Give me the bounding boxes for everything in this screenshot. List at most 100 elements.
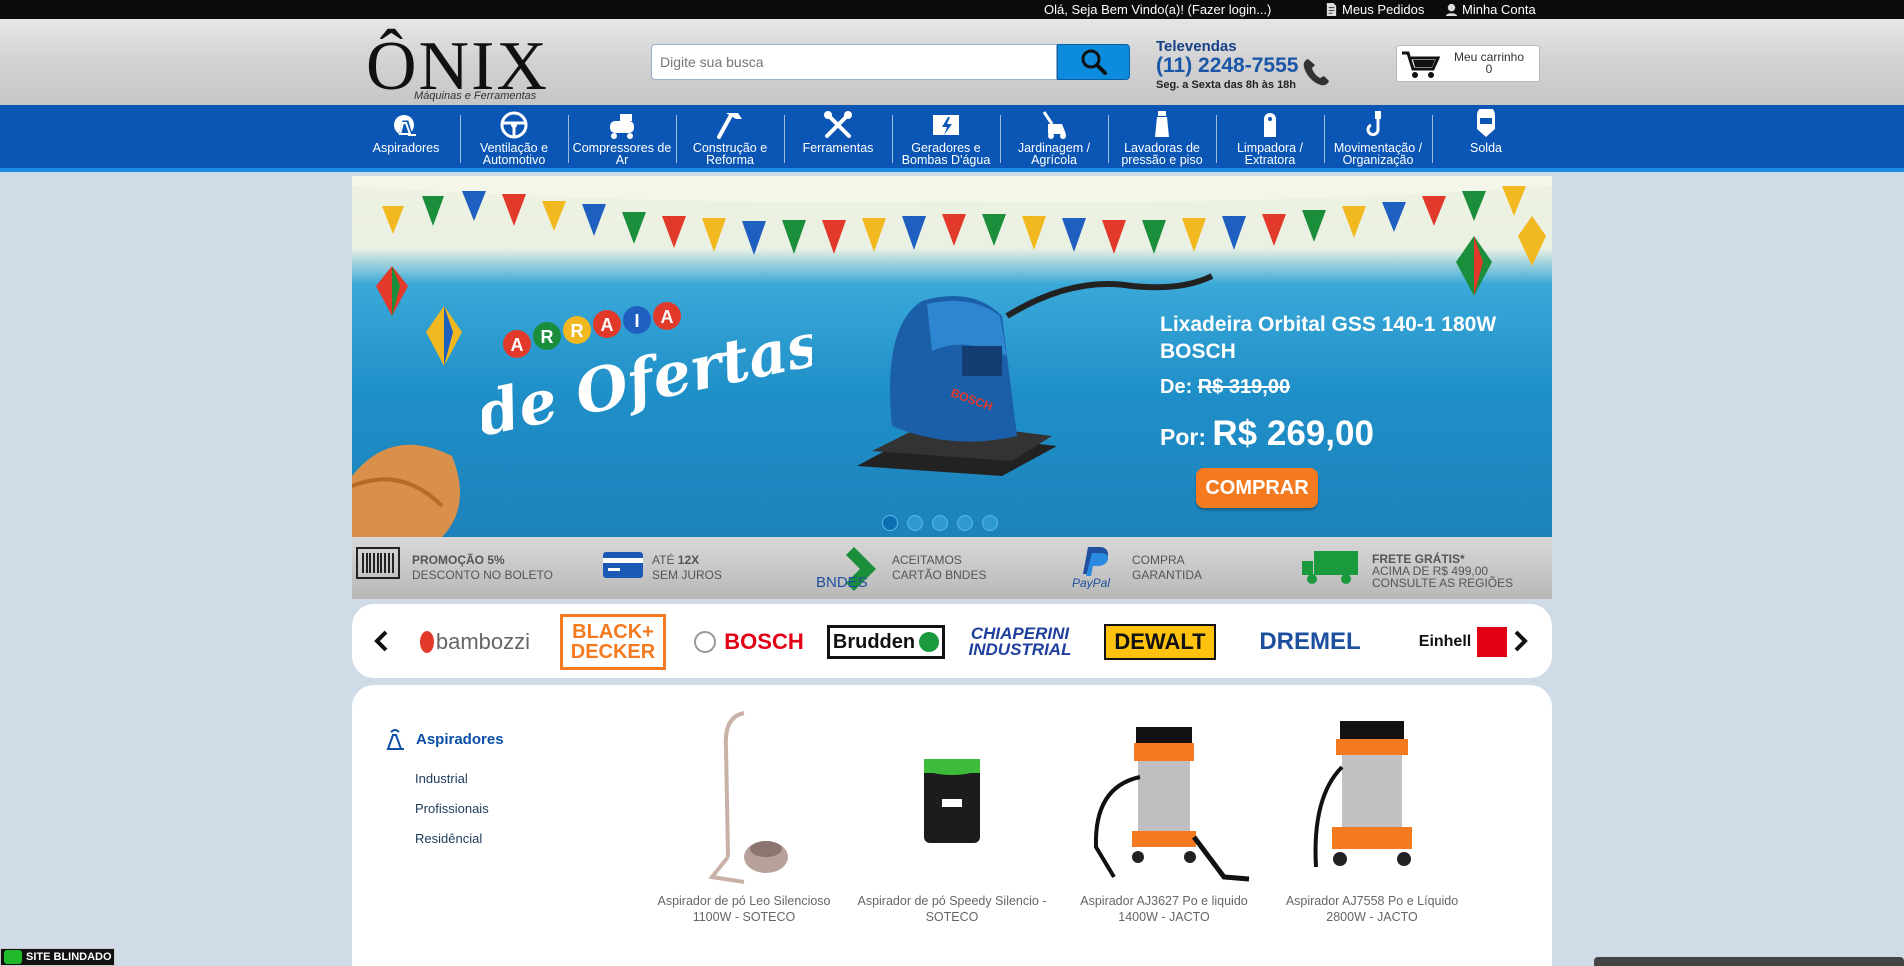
user-icon <box>1445 3 1458 16</box>
benefit-installments: ATÉ 12X SEM JUROS <box>603 552 723 583</box>
subcategory-industrial[interactable]: Industrial <box>415 771 468 786</box>
benefit-text: GARANTIDA <box>1132 568 1203 582</box>
product-card[interactable]: Aspirador AJ7558 Po e Líquido 2800W - JA… <box>1272 707 1472 925</box>
brand-label: bambozzi <box>435 629 530 654</box>
einhell-logo-icon <box>1477 627 1508 657</box>
chat-widget-bar[interactable] <box>1594 957 1904 966</box>
nav-item-solda[interactable]: Solda <box>1432 105 1540 172</box>
nav-item-movimentacao[interactable]: Movimentação / Organização <box>1324 105 1432 172</box>
bndes-logo-text: BNDES <box>816 574 868 591</box>
nav-item-limpadora[interactable]: Limpadora / Extratora <box>1216 105 1324 172</box>
lawnmower-icon <box>1042 111 1066 139</box>
telesales-number: (11) 2248-7555 <box>1156 54 1299 77</box>
nav-item-jardinagem[interactable]: Jardinagem / Agrícola <box>1000 105 1108 172</box>
brand-bambozzi[interactable]: bambozzi <box>420 617 530 667</box>
category-nav: Aspiradores Ventilação e Automotivo Comp… <box>0 105 1904 172</box>
cart-count: 0 <box>1485 62 1493 76</box>
benefit-title: ACEITAMOS <box>892 553 962 567</box>
product-card[interactable]: Aspirador AJ3627 Po e liquido 1400W - JA… <box>1064 707 1264 925</box>
brand-chiaperini[interactable]: CHIAPERINI INDUSTRIAL <box>960 617 1080 667</box>
nav-item-construcao[interactable]: Construção e Reforma <box>676 105 784 172</box>
brand-brudden[interactable]: Brudden <box>827 625 945 659</box>
brand-dewalt[interactable]: DEWALT <box>1104 624 1216 660</box>
svg-text:A: A <box>661 307 674 327</box>
cart-icon <box>1402 51 1441 78</box>
chevron-right-icon[interactable] <box>1512 630 1528 652</box>
benefit-paypal: PayPal COMPRA GARANTIDA <box>1072 547 1203 589</box>
nav-item-label: Geradores e Bombas D'água <box>901 141 991 167</box>
carousel-dot[interactable] <box>907 515 923 531</box>
onix-logo[interactable]: ÔNIX Máquinas e Ferramentas <box>364 19 578 103</box>
nav-item-ferramentas[interactable]: Ferramentas <box>784 105 892 172</box>
brand-carousel: bambozzi BLACK+ DECKER BOSCH Brudden CHI… <box>352 604 1552 678</box>
nav-item-ventilacao[interactable]: Ventilação e Automotivo <box>460 105 568 172</box>
site-header: ÔNIX Máquinas e Ferramentas Televendas (… <box>0 19 1904 105</box>
brudden-logo-icon <box>919 632 940 652</box>
category-showcase: Aspiradores Industrial Profissionais Res… <box>352 685 1552 966</box>
svg-text:A: A <box>601 315 614 335</box>
carousel-dots <box>882 515 998 531</box>
banner-old-price: De: R$ 319,00 <box>1160 376 1290 399</box>
my-orders-link[interactable]: Meus Pedidos <box>1325 2 1424 17</box>
product-card[interactable]: Aspirador de pó Leo Silencioso 1100W - S… <box>644 707 844 925</box>
chevron-left-icon[interactable] <box>374 630 390 652</box>
brand-dremel[interactable]: DREMEL <box>1234 617 1386 667</box>
bosch-logo-icon <box>694 631 717 653</box>
carousel-dot[interactable] <box>932 515 948 531</box>
shield-icon <box>4 950 22 964</box>
arraia-headline: A R R A I A de Ofertas <box>482 302 812 451</box>
brand-label: BLACK+ DECKER <box>570 621 656 663</box>
nav-item-label: Compressores de Ar <box>572 141 672 167</box>
carousel-dot[interactable] <box>957 515 973 531</box>
my-account-link[interactable]: Minha Conta <box>1445 2 1536 17</box>
brand-black-decker[interactable]: BLACK+ DECKER <box>560 614 666 670</box>
product-image <box>924 759 980 843</box>
product-card[interactable]: Aspirador de pó Speedy Silencio - SOTECO <box>852 707 1052 925</box>
nav-item-lavadoras[interactable]: Lavadoras de pressão e piso <box>1108 105 1216 172</box>
buy-button[interactable]: COMPRAR <box>1196 468 1318 508</box>
brand-label: DREMEL <box>1259 628 1361 655</box>
svg-text:R: R <box>571 321 584 341</box>
phone-icon <box>1303 59 1329 86</box>
product-image <box>1093 727 1250 882</box>
telesales-label: Televendas <box>1156 38 1237 55</box>
search-button[interactable] <box>1057 44 1130 80</box>
nav-item-geradores[interactable]: Geradores e Bombas D'água <box>892 105 1000 172</box>
benefit-text: SEM JUROS <box>652 568 723 582</box>
category-header[interactable]: Aspiradores <box>384 728 504 750</box>
login-link[interactable]: Olá, Seja Bem Vindo(a)! (Fazer login...) <box>1044 2 1271 17</box>
search-input[interactable] <box>651 44 1057 80</box>
truck-icon <box>1302 551 1358 584</box>
product-name: Aspirador AJ3627 Po e liquido 1400W - JA… <box>1080 894 1248 924</box>
brand-bosch[interactable]: BOSCH <box>694 617 804 667</box>
generator-icon <box>933 115 959 135</box>
nav-item-label: Solda <box>1470 141 1502 155</box>
benefit-shipping: FRETE GRÁTIS* ACIMA DE R$ 499,00 CONSULT… <box>1302 551 1513 589</box>
subcategory-residencial[interactable]: Residêncial <box>415 831 482 846</box>
pressure-washer-icon <box>1155 111 1169 137</box>
nav-item-aspiradores[interactable]: Aspiradores <box>352 105 460 172</box>
badge-label: SITE BLINDADO <box>26 951 112 963</box>
nav-item-compressores[interactable]: Compressores de Ar <box>568 105 676 172</box>
nav-item-label: Construção e Reforma <box>692 141 768 167</box>
brand-einhell[interactable]: Einhell <box>1402 617 1524 667</box>
vacuum-icon <box>386 729 404 750</box>
promo-banner[interactable]: BOSCH A R R A I A de Ofertas Lixadeira O… <box>352 176 1552 537</box>
benefit-text: DESCONTO NO BOLETO <box>412 568 553 582</box>
product-name: Aspirador de pó Speedy Silencio - SOTECO <box>857 894 1047 924</box>
benefit-bndes: BNDES ACEITAMOS CARTÃO BNDES <box>816 547 986 591</box>
subcategory-profissionais[interactable]: Profissionais <box>415 801 489 816</box>
nav-item-label: Movimentação / Organização <box>1333 141 1423 167</box>
document-icon <box>1326 3 1337 16</box>
hook-icon <box>1366 111 1381 137</box>
new-price-label: Por: <box>1160 424 1206 450</box>
brand-label: CHIAPERINI INDUSTRIAL <box>968 624 1072 659</box>
cart-button[interactable]: Meu carrinho 0 <box>1396 45 1540 82</box>
banner-new-price: Por: R$ 269,00 <box>1160 414 1374 454</box>
steering-wheel-icon <box>500 111 528 139</box>
carousel-dot[interactable] <box>982 515 998 531</box>
carousel-dot[interactable] <box>882 515 898 531</box>
site-blindado-badge[interactable]: SITE BLINDADO <box>0 948 115 966</box>
benefit-title: PROMOÇÃO 5% <box>412 553 505 567</box>
barcode-icon <box>356 547 400 579</box>
